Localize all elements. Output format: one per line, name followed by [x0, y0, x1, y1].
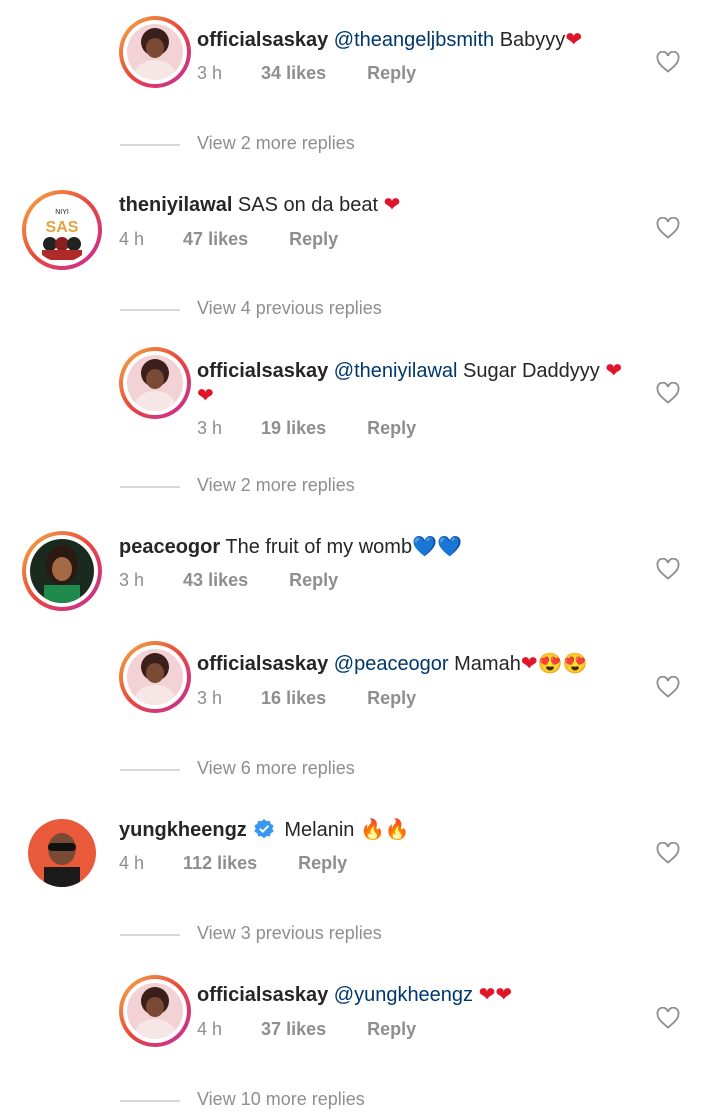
heart-emoji: ❤❤ [478, 984, 513, 1006]
reply-button[interactable]: Reply [367, 1019, 416, 1040]
timestamp: 3 h [197, 688, 223, 708]
username[interactable]: officialsaskay [197, 984, 328, 1006]
svg-text:SAS: SAS [46, 219, 79, 236]
heart-emoji: ❤ [565, 29, 583, 51]
reply-button[interactable]: Reply [289, 570, 338, 591]
svg-text:NIYI: NIYI [55, 209, 69, 216]
comment-meta: 4 h 112 likes Reply [119, 853, 347, 874]
timestamp: 3 h [119, 570, 145, 590]
comment-meta: 3 h 34 likes Reply [197, 63, 416, 84]
heart-emoji: ❤ [605, 360, 623, 382]
avatar[interactable] [28, 819, 96, 887]
reply-button[interactable]: Reply [367, 63, 416, 84]
username[interactable]: theniyilawal [119, 194, 232, 216]
comment-body: Sugar Daddyyy [457, 360, 606, 382]
blue-heart-emoji: 💙💙 [412, 536, 462, 558]
comment-meta: 3 h 16 likes Reply [197, 688, 416, 709]
likes-count[interactable]: 43 likes [183, 570, 248, 591]
comment-body: Melanin [278, 819, 360, 841]
timestamp: 4 h [119, 229, 145, 249]
like-heart-icon[interactable] [656, 558, 680, 580]
username[interactable]: peaceogor [119, 536, 220, 558]
mention-link[interactable]: @yungkheengz [334, 984, 473, 1006]
heart-emoji: ❤ [383, 194, 401, 216]
avatar[interactable]: NIYI SAS [22, 190, 102, 270]
likes-count[interactable]: 34 likes [261, 63, 326, 84]
avatar[interactable] [119, 347, 191, 419]
reply-button[interactable]: Reply [289, 229, 338, 250]
username[interactable]: officialsaskay [197, 360, 328, 382]
like-heart-icon[interactable] [656, 842, 680, 864]
likes-count[interactable]: 19 likes [261, 418, 326, 439]
avatar[interactable] [119, 975, 191, 1047]
view-more-text[interactable]: View 4 previous replies [197, 298, 382, 319]
comment-meta: 3 h 19 likes Reply [197, 418, 416, 439]
avatar[interactable] [119, 16, 191, 88]
comment-meta: 4 h 37 likes Reply [197, 1019, 416, 1040]
view-more-text[interactable]: View 10 more replies [197, 1089, 365, 1110]
emoji-reaction: ❤😍😍 [520, 653, 588, 675]
divider [120, 486, 180, 488]
comment-text: peaceogor The fruit of my womb💙💙 [119, 535, 462, 560]
verified-badge-icon [254, 819, 274, 839]
comment-text: officialsaskay @theangeljbsmith Babyyy❤ [197, 28, 582, 53]
comment-meta: 4 h 47 likes Reply [119, 229, 338, 250]
divider [120, 144, 180, 146]
timestamp: 3 h [197, 63, 223, 83]
comment-body: Babyyy [494, 29, 566, 51]
divider [120, 769, 180, 771]
timestamp: 3 h [197, 418, 223, 438]
likes-count[interactable]: 16 likes [261, 688, 326, 709]
avatar[interactable] [22, 531, 102, 611]
reply-button[interactable]: Reply [367, 688, 416, 709]
username[interactable]: yungkheengz [119, 819, 247, 841]
comment-text: officialsaskay @yungkheengz ❤❤ [197, 983, 512, 1008]
view-more-text[interactable]: View 6 more replies [197, 758, 355, 779]
reply-button[interactable]: Reply [298, 853, 347, 874]
likes-count[interactable]: 37 likes [261, 1019, 326, 1040]
divider [120, 934, 180, 936]
view-more-text[interactable]: View 3 previous replies [197, 923, 382, 944]
heart-emoji: ❤ [197, 385, 214, 407]
view-more-text[interactable]: View 2 more replies [197, 133, 355, 154]
timestamp: 4 h [119, 853, 145, 873]
comment-text: yungkheengz Melanin 🔥🔥 [119, 818, 410, 843]
mention-link[interactable]: @theniyilawal [334, 360, 458, 382]
like-heart-icon[interactable] [656, 217, 680, 239]
username[interactable]: officialsaskay [197, 653, 328, 675]
avatar[interactable] [119, 641, 191, 713]
like-heart-icon[interactable] [656, 1007, 680, 1029]
comment-text: officialsaskay @theniyilawal Sugar Daddy… [197, 359, 637, 409]
like-heart-icon[interactable] [656, 382, 680, 404]
divider [120, 309, 180, 311]
view-more-text[interactable]: View 2 more replies [197, 475, 355, 496]
likes-count[interactable]: 47 likes [183, 229, 248, 250]
comment-text: officialsaskay @peaceogor Mamah❤😍😍 [197, 652, 587, 677]
likes-count[interactable]: 112 likes [183, 853, 257, 874]
fire-emoji: 🔥🔥 [359, 819, 410, 841]
reply-button[interactable]: Reply [367, 418, 416, 439]
mention-link[interactable]: @peaceogor [334, 653, 449, 675]
comment-meta: 3 h 43 likes Reply [119, 570, 338, 591]
comment-body: SAS on da beat [232, 194, 384, 216]
comment-body: Mamah [448, 653, 521, 675]
comment-body: The fruit of my womb [220, 536, 413, 558]
username[interactable]: officialsaskay [197, 29, 328, 51]
like-heart-icon[interactable] [656, 676, 680, 698]
timestamp: 4 h [197, 1019, 223, 1039]
comment-text: theniyilawal SAS on da beat ❤ [119, 193, 400, 218]
divider [120, 1100, 180, 1102]
like-heart-icon[interactable] [656, 51, 680, 73]
mention-link[interactable]: @theangeljbsmith [334, 29, 494, 51]
